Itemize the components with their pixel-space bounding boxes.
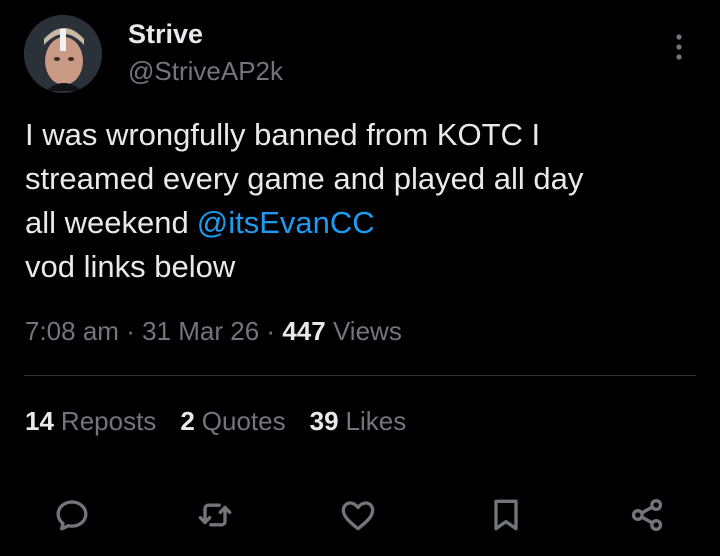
engagement-stats: 14 Reposts 2 Quotes 39 Likes: [25, 403, 406, 439]
avatar[interactable]: [24, 15, 102, 93]
reposts-label: Reposts: [60, 406, 157, 436]
tweet-text: I was wrongfully banned from KOTC I stre…: [25, 113, 705, 289]
action-bar: [0, 488, 720, 542]
likes-count: 39: [309, 406, 339, 436]
share-button[interactable]: [620, 488, 674, 542]
tweet-text-line: streamed every game and played all day: [25, 161, 584, 196]
more-options-button[interactable]: [664, 30, 694, 64]
quotes-count: 2: [180, 406, 195, 436]
tweet-text-line: vod links below: [25, 249, 236, 284]
bookmark-icon: [494, 499, 518, 531]
repost-button[interactable]: [188, 488, 242, 542]
reposts-count: 14: [25, 406, 54, 436]
repost-icon: [198, 503, 232, 527]
display-name[interactable]: Strive: [128, 18, 203, 50]
reply-button[interactable]: [45, 488, 99, 542]
views-label: Views: [332, 316, 402, 346]
reply-icon: [56, 500, 88, 531]
tweet-text-fragment: all weekend: [25, 205, 189, 240]
share-icon: [631, 499, 663, 531]
like-button[interactable]: [331, 488, 385, 542]
quotes-stat[interactable]: 2 Quotes: [180, 403, 285, 439]
more-vertical-icon: [676, 34, 682, 60]
avatar-photo: [24, 15, 102, 93]
tweet-meta: 7:08 am · 31 Mar 26 · 447 Views: [25, 313, 402, 349]
reposts-stat[interactable]: 14 Reposts: [25, 403, 156, 439]
tweet-text-line: I was wrongfully banned from KOTC I: [25, 117, 541, 152]
likes-stat[interactable]: 39 Likes: [310, 403, 407, 439]
mention-link[interactable]: @itsEvanCC: [197, 205, 375, 240]
bookmark-button[interactable]: [479, 488, 533, 542]
user-handle[interactable]: @StriveAP2k: [128, 55, 283, 87]
views-count: 447: [282, 316, 326, 346]
tweet-text-line: all weekend @itsEvanCC: [25, 201, 705, 245]
divider: [24, 375, 696, 376]
meta-separator: ·: [126, 316, 135, 346]
likes-label: Likes: [345, 406, 407, 436]
heart-icon: [341, 501, 375, 531]
tweet-date[interactable]: 31 Mar 26: [142, 316, 259, 346]
quotes-label: Quotes: [201, 406, 286, 436]
meta-separator: ·: [266, 316, 276, 346]
tweet-time[interactable]: 7:08 am: [25, 316, 119, 346]
